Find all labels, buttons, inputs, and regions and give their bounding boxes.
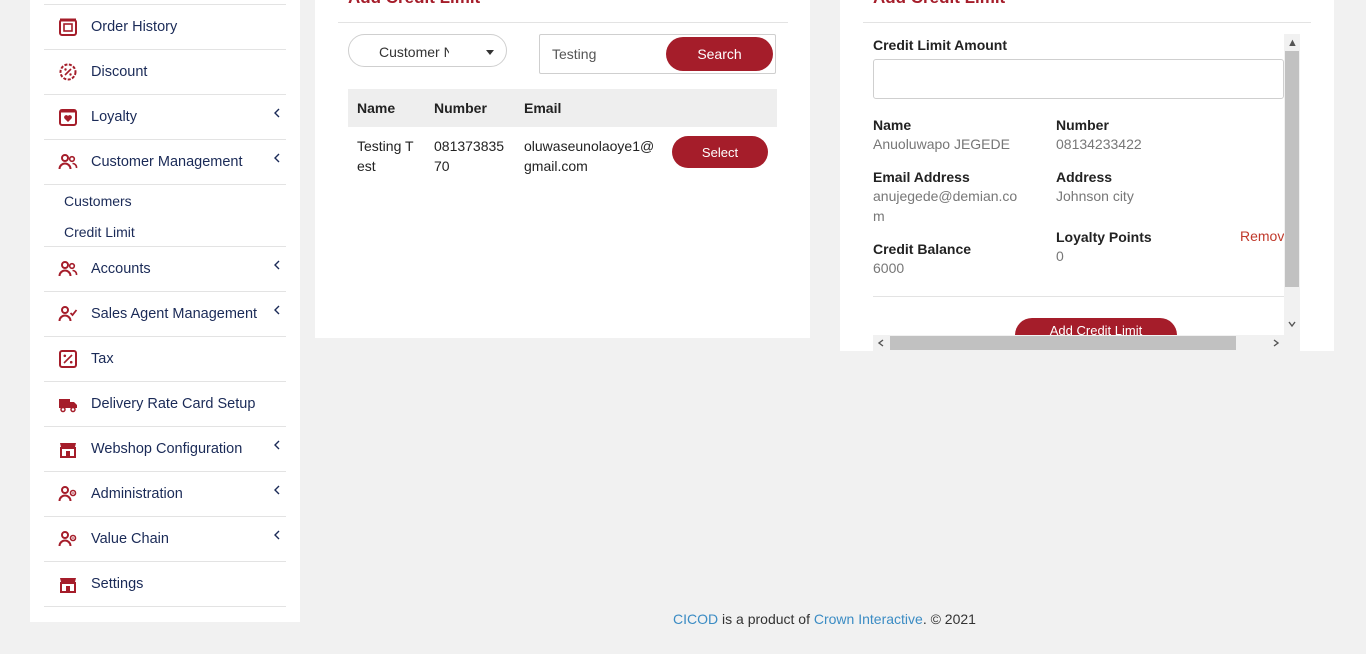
- search-box: Search: [539, 34, 776, 74]
- sidebar-item-delivery-rate-card[interactable]: Delivery Rate Card Setup: [44, 382, 286, 427]
- chevron-left-icon: [274, 440, 280, 450]
- footer: CICOD is a product of Crown Interactive.…: [0, 611, 1366, 627]
- sidebar-item-discount[interactable]: Discount: [44, 50, 286, 95]
- sidebar-item-value-chain[interactable]: Value Chain: [44, 517, 286, 562]
- sidebar-item-label: Value Chain: [91, 531, 169, 547]
- sidebar-item-label: Sales Agent Management: [91, 306, 258, 322]
- filter-dropdown[interactable]: Customer Name: [348, 34, 507, 67]
- address-label: Address: [1056, 169, 1113, 185]
- loyalty-points-label: Loyalty Points: [1056, 229, 1152, 245]
- tax-icon: [59, 350, 77, 368]
- sidebar-item-label: Webshop Configuration: [91, 441, 243, 457]
- cell-name: Testing T est: [357, 138, 414, 174]
- column-header-name: Name: [357, 100, 396, 116]
- chevron-left-icon: [274, 153, 280, 163]
- panel-title: Add Credit Limit: [873, 0, 1005, 8]
- horizontal-scrollbar[interactable]: [873, 335, 1300, 351]
- loyalty-points-value: 0: [1056, 248, 1064, 264]
- sidebar-item-webshop-configuration[interactable]: Webshop Configuration: [44, 427, 286, 472]
- scrollbar-thumb[interactable]: [890, 336, 1236, 350]
- cell-number: 081373835 70: [434, 138, 505, 174]
- footer-text: is a product of: [718, 611, 814, 627]
- brand-link[interactable]: CICOD: [673, 611, 718, 627]
- credit-balance-value: 6000: [873, 260, 905, 276]
- name-value: Anuoluwapo JEGEDE: [873, 136, 1010, 152]
- sidebar-nav: Order History Discount Loyalty Customer …: [44, 0, 286, 607]
- form-scroll-area: Credit Limit Amount Name Anuoluwapo JEGE…: [873, 34, 1300, 351]
- sidebar-item-tax[interactable]: Tax: [44, 337, 286, 382]
- scroll-left-icon[interactable]: [876, 338, 886, 348]
- credit-limit-amount-label: Credit Limit Amount: [873, 37, 1008, 53]
- number-value: 08134233422: [1056, 136, 1142, 152]
- sidebar-item-label: Tax: [91, 351, 114, 367]
- scroll-down-icon[interactable]: [1287, 319, 1297, 329]
- select-button[interactable]: Select: [672, 136, 768, 168]
- company-link[interactable]: Crown Interactive: [814, 611, 923, 627]
- chevron-left-icon: [274, 260, 280, 270]
- sidebar-item-accounts[interactable]: Accounts: [44, 247, 286, 292]
- divider: [863, 22, 1311, 23]
- discount-icon: [59, 63, 77, 81]
- chevron-left-icon: [274, 485, 280, 495]
- scroll-right-icon[interactable]: [1271, 338, 1281, 348]
- order-history-icon: [59, 18, 77, 36]
- sidebar: Order History Discount Loyalty Customer …: [30, 0, 300, 622]
- scrollbar-thumb[interactable]: [1285, 51, 1299, 287]
- settings-icon: [60, 578, 76, 593]
- sidebar-item-label: Settings: [91, 576, 144, 592]
- sidebar-subitem-label: Customers: [64, 193, 132, 209]
- value-chain-icon: [58, 531, 77, 547]
- customer-search-panel: Add Credit Limit Customer Name Search Na…: [315, 0, 810, 338]
- column-header-number: Number: [434, 100, 487, 116]
- caret-down-icon: [486, 50, 494, 55]
- divider: [338, 22, 788, 23]
- accounts-icon: [58, 261, 78, 277]
- table-header: Name Number Email: [348, 89, 777, 127]
- webshop-icon: [60, 443, 76, 458]
- sidebar-item-label: Accounts: [91, 261, 151, 277]
- delivery-truck-icon: [59, 399, 77, 413]
- sidebar-item-loyalty[interactable]: Loyalty: [44, 95, 286, 140]
- sidebar-item-customer-management[interactable]: Customer Management: [44, 140, 286, 185]
- sidebar-item-label: Administration: [91, 486, 183, 502]
- chevron-left-icon: [274, 305, 280, 315]
- credit-limit-panel: Add Credit Limit Credit Limit Amount Nam…: [840, 0, 1334, 351]
- sidebar-item-label: Loyalty: [91, 109, 137, 125]
- email-value: anujegede@demian.co m: [873, 188, 1018, 224]
- customer-management-icon: [58, 154, 78, 170]
- remove-link[interactable]: Remov: [1240, 228, 1284, 244]
- scroll-up-icon[interactable]: ▲: [1287, 37, 1298, 49]
- credit-limit-amount-input[interactable]: [873, 59, 1284, 99]
- cell-email: oluwaseunolaoye1@ gmail.com: [524, 138, 655, 174]
- name-label: Name: [873, 117, 912, 133]
- credit-balance-label: Credit Balance: [873, 241, 972, 257]
- sales-agent-icon: [58, 306, 78, 322]
- number-label: Number: [1056, 117, 1109, 133]
- sidebar-item-administration[interactable]: Administration: [44, 472, 286, 517]
- column-header-email: Email: [524, 100, 562, 116]
- sidebar-subitem-label: Credit Limit: [64, 224, 135, 240]
- sidebar-subitem-credit-limit[interactable]: Credit Limit: [44, 216, 286, 247]
- sidebar-subitem-customers[interactable]: Customers: [44, 185, 286, 216]
- sidebar-item-sales-agent-management[interactable]: Sales Agent Management: [44, 292, 286, 337]
- sidebar-item-label: Discount: [91, 64, 148, 80]
- search-button[interactable]: Search: [666, 37, 773, 71]
- sidebar-item-settings[interactable]: Settings: [44, 562, 286, 607]
- administration-icon: [58, 486, 77, 502]
- divider: [873, 296, 1284, 297]
- search-input[interactable]: [541, 36, 674, 72]
- email-label: Email Address: [873, 169, 970, 185]
- address-value: Johnson city: [1056, 188, 1134, 204]
- loyalty-icon: [59, 109, 77, 126]
- sidebar-item-label: Delivery Rate Card Setup: [91, 396, 256, 412]
- chevron-left-icon: [274, 530, 280, 540]
- footer-copyright: . © 2021: [922, 611, 976, 627]
- filter-selected-value: Customer Name: [379, 44, 449, 60]
- sidebar-item-order-history[interactable]: Order History: [44, 4, 286, 50]
- vertical-scrollbar[interactable]: ▲: [1284, 34, 1300, 335]
- panel-title: Add Credit Limit: [348, 0, 480, 8]
- chevron-left-icon: [274, 108, 280, 118]
- sidebar-item-label: Order History: [91, 19, 178, 35]
- sidebar-item-label: Customer Management: [91, 154, 243, 170]
